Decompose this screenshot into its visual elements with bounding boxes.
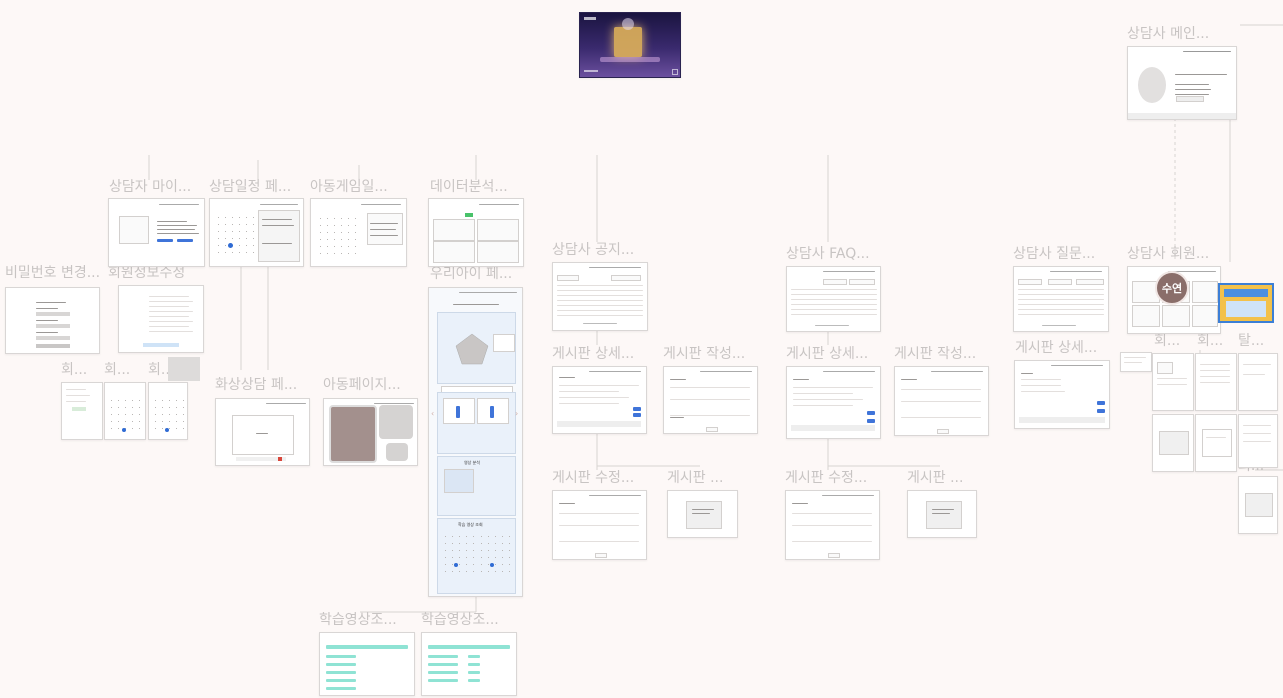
frame-label-board-edit-1: 게시판 수정... (552, 470, 635, 486)
carousel-prev-arrow[interactable]: ‹ (431, 409, 434, 418)
frame-label-board-write-1: 게시판 작성... (663, 346, 746, 362)
frame-counselor-faq[interactable] (786, 266, 881, 332)
frame-label-member-info-edit: 회원정보수정 (108, 265, 186, 281)
hero-video-thumbnail[interactable] (579, 12, 681, 78)
frame-label-board-popup-1: 게시판 ... (667, 470, 724, 486)
frame-right-card-2[interactable] (1152, 353, 1194, 411)
frame-label-kid-game: 아동게임일... (310, 179, 388, 195)
carousel-next-arrow[interactable]: › (515, 409, 518, 418)
frame-label-study-video-2: 학습영상조... (421, 612, 499, 628)
frame-video-counsel[interactable] (215, 398, 310, 466)
frame-label-kid-page: 아동페이지... (323, 377, 401, 393)
frame-label-small-6: 탈... (1238, 333, 1265, 349)
design-canvas[interactable]: 상담사 메인... 상담자 마이... 상담일정 페... 아동게임일... 데… (0, 0, 1283, 698)
section-video-analysis: 영상 분석 (437, 456, 516, 516)
frame-label-counselor-member: 상담사 회원... (1127, 246, 1210, 262)
section-study-video: 학습 영상 조회 (437, 518, 516, 594)
frame-label-study-video-1: 학습영상조... (319, 612, 397, 628)
frame-study-video-1[interactable] (319, 632, 415, 696)
frame-counselor-main[interactable] (1127, 46, 1237, 120)
frame-board-detail-2[interactable] (786, 366, 881, 439)
frame-board-detail-3[interactable] (1014, 360, 1110, 429)
frame-label-counselor-question: 상담사 질문... (1013, 246, 1096, 262)
frame-label-small-4: 회... (1154, 333, 1181, 349)
radar-chart-icon (455, 333, 489, 365)
frame-counselor-notice[interactable] (552, 262, 648, 331)
section-video-analysis-heading: 영상 분석 (464, 460, 480, 465)
frame-label-small-5: 회... (1197, 333, 1224, 349)
frame-password-change[interactable] (5, 287, 100, 354)
frame-board-edit-2[interactable] (785, 490, 880, 560)
frame-label-counselor-my: 상담자 마이... (109, 179, 192, 195)
frame-right-card-3[interactable] (1195, 353, 1237, 411)
frame-schedule[interactable] (209, 198, 304, 267)
frame-counselor-mypage[interactable] (108, 198, 205, 267)
frame-board-write-1[interactable] (663, 366, 758, 434)
frame-board-edit-1[interactable] (552, 490, 647, 560)
frame-label-board-popup-2: 게시판 ... (907, 470, 964, 486)
frame-label-board-detail-2: 게시판 상세... (786, 346, 869, 362)
member-banner-image (1218, 283, 1274, 323)
frame-label-counselor-main: 상담사 메인... (1127, 26, 1210, 42)
frame-right-card-1[interactable] (1120, 352, 1152, 372)
frame-label-small-2: 회... (104, 362, 131, 378)
frame-label-small-1: 회... (61, 362, 88, 378)
frame-our-kid-page[interactable]: 영상 분석 학습 영상 조회 (428, 287, 523, 597)
frame-board-popup-1[interactable] (667, 490, 738, 538)
frame-label-board-detail-3: 게시판 상세... (1015, 340, 1098, 356)
frame-label-password-change: 비밀번호 변경... (5, 265, 101, 281)
frame-right-card-7[interactable] (1238, 414, 1278, 468)
frame-board-write-2[interactable] (894, 366, 989, 436)
frame-label-our-kid: 우리아이 페... (430, 266, 513, 282)
frame-right-card-8[interactable] (1238, 476, 1278, 534)
frame-small-card-1[interactable] (61, 382, 103, 440)
frame-label-counselor-notice: 상담사 공지... (552, 242, 635, 258)
frame-board-detail-1[interactable] (552, 366, 647, 434)
frame-label-counselor-faq: 상담사 FAQ... (786, 246, 870, 262)
frame-label-data-analysis: 데이터분석... (430, 179, 508, 195)
frame-right-card-6[interactable] (1195, 414, 1237, 472)
frame-data-analysis[interactable] (428, 198, 524, 267)
frame-label-board-edit-2: 게시판 수정... (785, 470, 868, 486)
frame-label-schedule: 상담일정 페... (209, 179, 292, 195)
user-avatar[interactable]: 수연 (1155, 271, 1189, 305)
gray-placeholder-block (168, 357, 200, 381)
frame-label-board-write-2: 게시판 작성... (894, 346, 977, 362)
frame-label-video-counsel: 화상상담 페... (215, 377, 298, 393)
frame-right-card-5[interactable] (1152, 414, 1194, 472)
frame-board-popup-2[interactable] (907, 490, 977, 538)
frame-member-info-edit[interactable] (118, 285, 204, 353)
frame-kid-game[interactable] (310, 198, 407, 267)
frame-label-board-detail-1: 게시판 상세... (552, 346, 635, 362)
frame-counselor-question[interactable] (1013, 266, 1109, 332)
frame-small-card-3[interactable] (148, 382, 188, 440)
section-study-video-heading: 학습 영상 조회 (458, 522, 483, 527)
frame-small-card-2[interactable] (104, 382, 146, 440)
frame-study-video-2[interactable] (421, 632, 517, 696)
frame-right-card-4[interactable] (1238, 353, 1278, 411)
frame-kid-page[interactable] (323, 398, 418, 466)
